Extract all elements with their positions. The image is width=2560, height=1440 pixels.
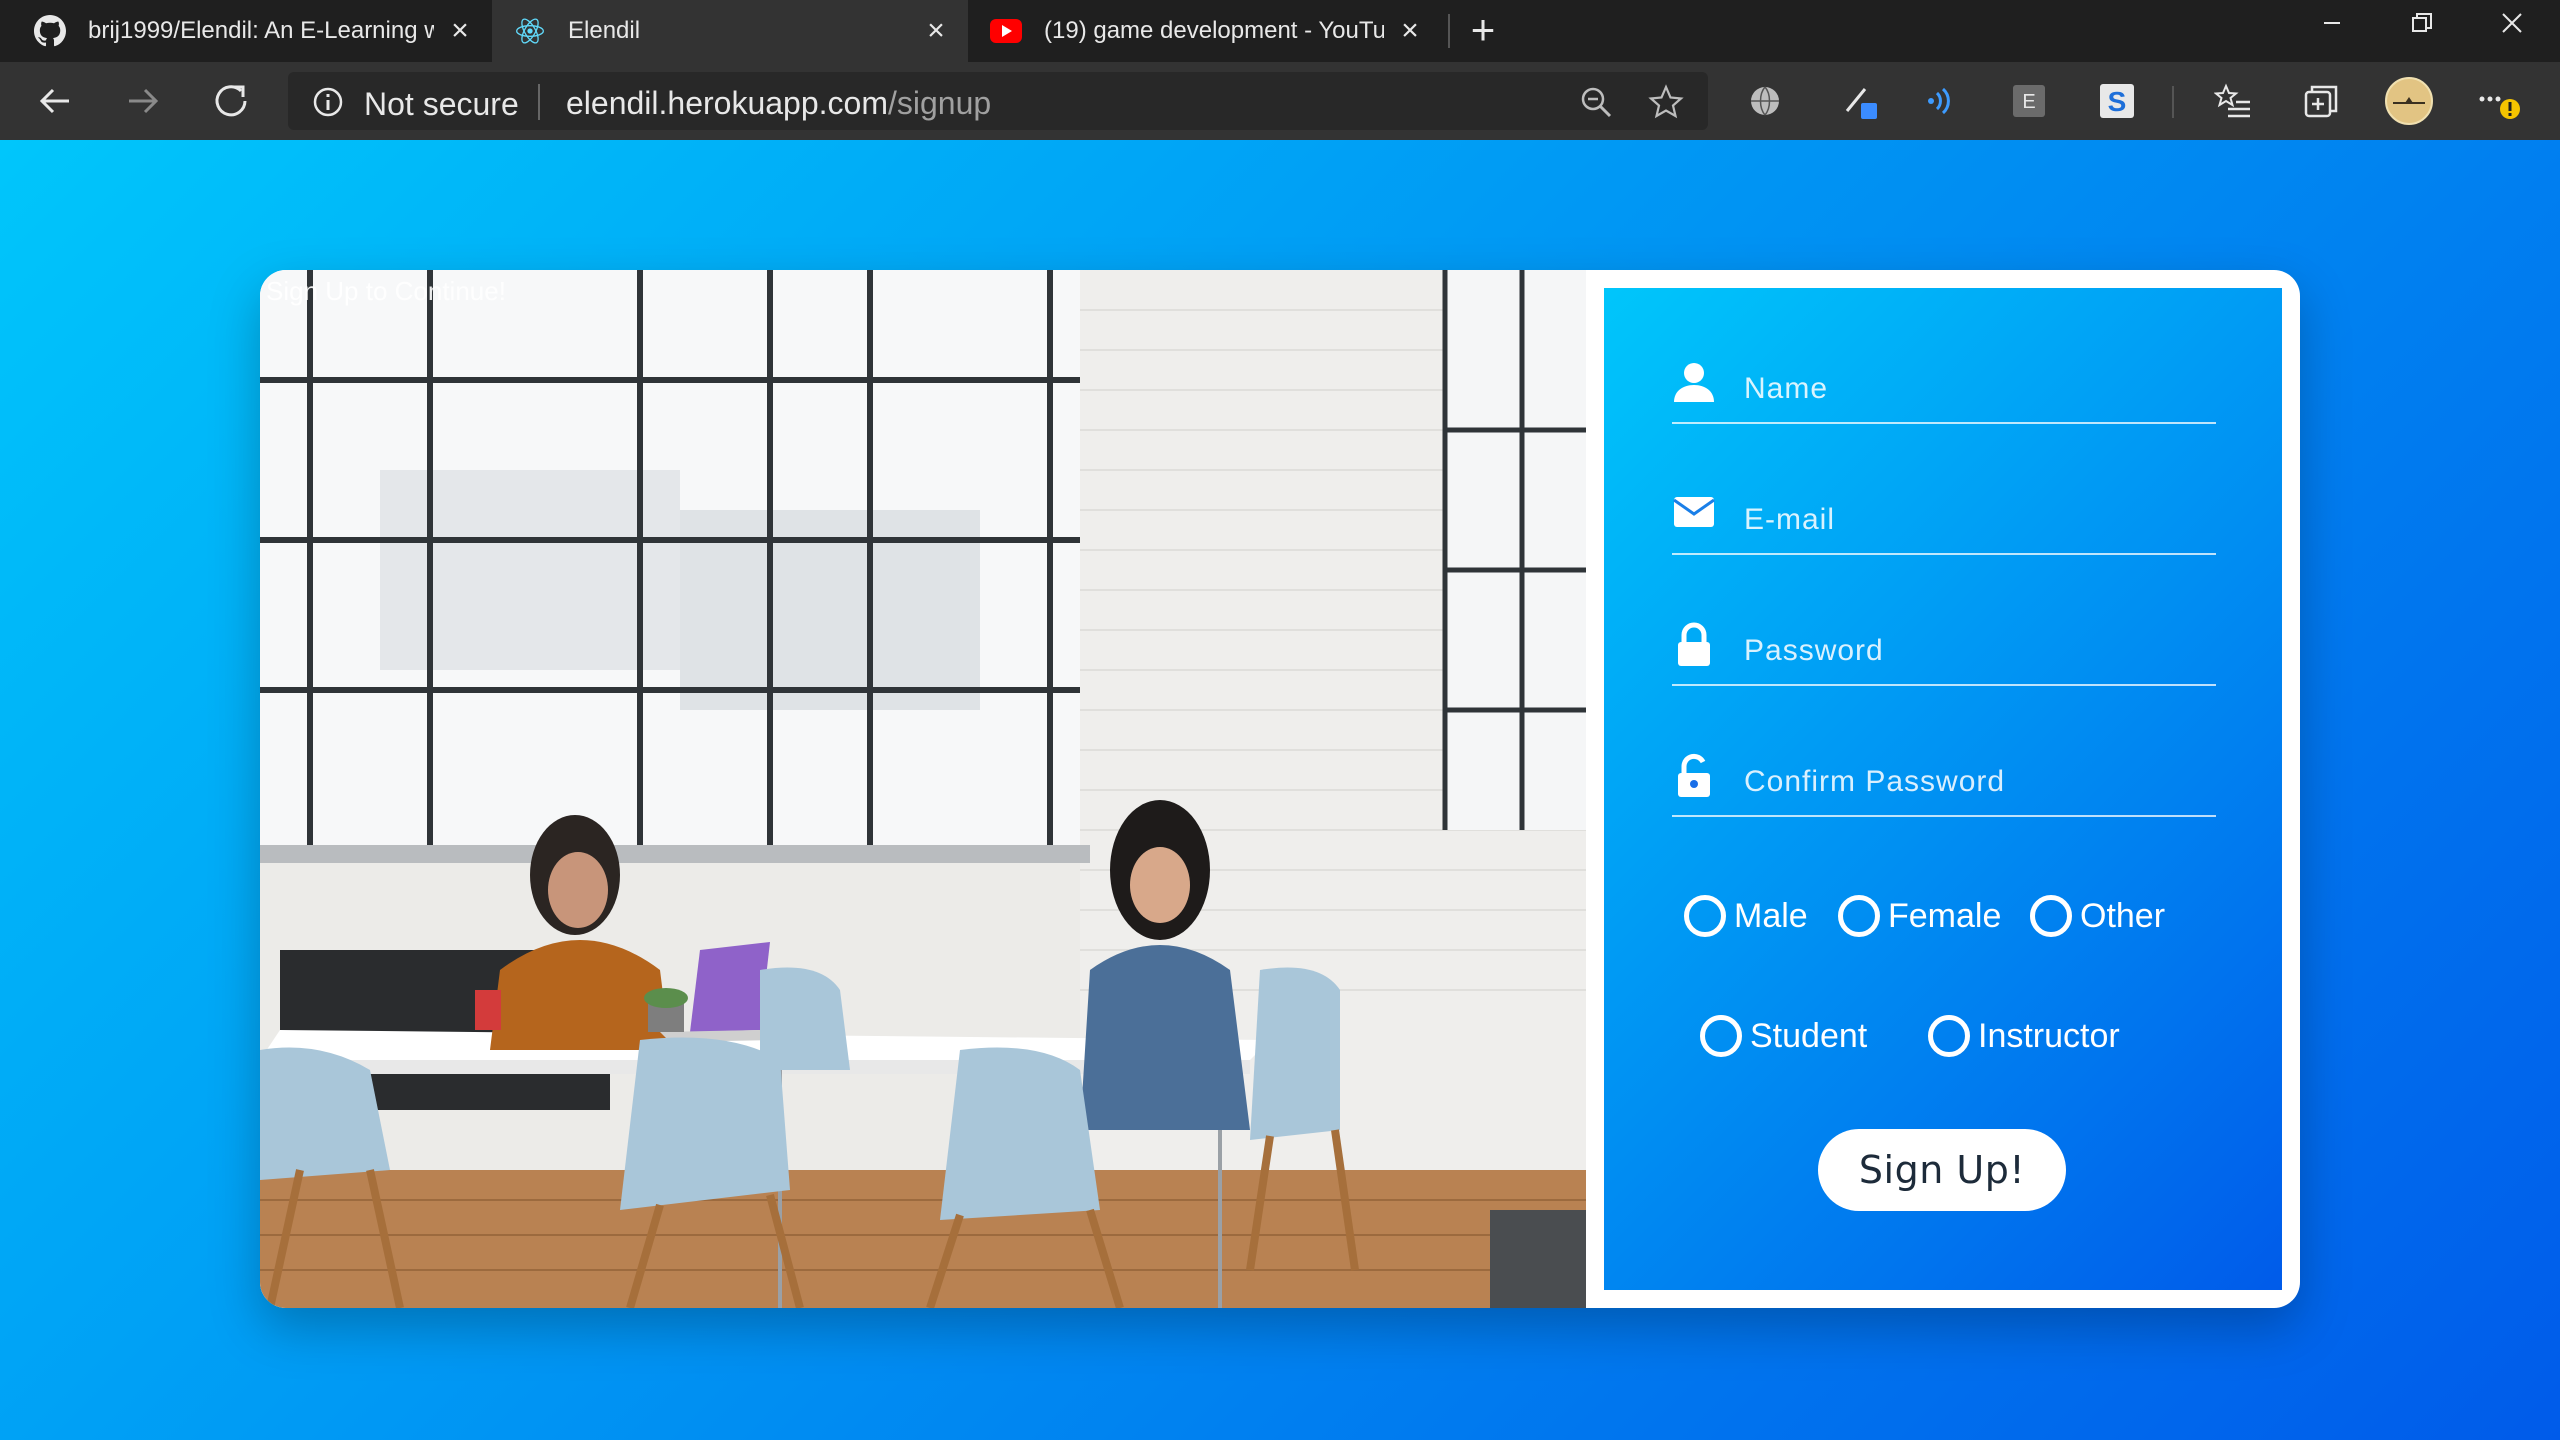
gender-male-radio[interactable]: Male bbox=[1684, 895, 1808, 937]
password-field[interactable]: Password bbox=[1672, 622, 2216, 686]
lock-icon bbox=[1672, 622, 1716, 666]
url-text[interactable]: elendil.herokuapp.com/signup bbox=[566, 85, 991, 122]
radio-circle[interactable] bbox=[1928, 1015, 1970, 1057]
user-icon bbox=[1672, 360, 1716, 404]
gender-other-radio[interactable]: Other bbox=[2030, 895, 2165, 937]
email-placeholder: E-mail bbox=[1744, 503, 1836, 536]
url-path: /signup bbox=[887, 85, 992, 121]
confirm-password-field[interactable]: Confirm Password bbox=[1672, 753, 2216, 817]
office-photo: Sign Up to Continue! bbox=[260, 270, 1586, 1308]
collections-icon[interactable] bbox=[2296, 76, 2346, 126]
profile-avatar[interactable] bbox=[2384, 76, 2434, 126]
globe-icon[interactable] bbox=[1740, 76, 1790, 126]
radio-circle[interactable] bbox=[1684, 895, 1726, 937]
gender-female-radio[interactable]: Female bbox=[1838, 895, 2001, 937]
radio-circle[interactable] bbox=[2030, 895, 2072, 937]
forward-button[interactable] bbox=[116, 74, 170, 128]
envelope-icon bbox=[1672, 491, 1716, 535]
role-student-radio[interactable]: Student bbox=[1700, 1015, 1867, 1057]
password-placeholder: Password bbox=[1744, 634, 1884, 667]
color-picker-icon[interactable] bbox=[1836, 76, 1886, 126]
s-extension-icon[interactable]: S bbox=[2092, 76, 2142, 126]
radio-label: Student bbox=[1750, 1016, 1868, 1055]
info-icon[interactable] bbox=[312, 86, 344, 118]
page-background: Sign Up to Continue! Name E-mail Passwor… bbox=[0, 140, 2560, 1440]
minimize-button[interactable] bbox=[2296, 0, 2368, 46]
close-tab-icon[interactable]: × bbox=[922, 14, 950, 47]
youtube-icon bbox=[990, 15, 1022, 47]
favorites-list-icon[interactable] bbox=[2208, 76, 2258, 126]
address-divider bbox=[538, 84, 540, 120]
svg-text:S: S bbox=[2108, 86, 2127, 117]
signup-form: Name E-mail Password Confirm Password Ma… bbox=[1604, 288, 2282, 1290]
tab-strip: brij1999/Elendil: An E-Learning w × Elen… bbox=[0, 0, 2560, 62]
close-window-button[interactable] bbox=[2476, 0, 2548, 46]
radio-label: Other bbox=[2080, 896, 2166, 935]
refresh-button[interactable] bbox=[204, 74, 258, 128]
radio-circle[interactable] bbox=[1700, 1015, 1742, 1057]
confirm-password-placeholder: Confirm Password bbox=[1744, 765, 2006, 798]
close-tab-icon[interactable]: × bbox=[446, 14, 474, 47]
favorite-star-icon[interactable] bbox=[1648, 84, 1684, 120]
photo-caption: Sign Up to Continue! bbox=[266, 276, 506, 306]
radio-label: Instructor bbox=[1978, 1016, 2120, 1055]
name-field[interactable]: Name bbox=[1672, 360, 2216, 424]
url-host: elendil.herokuapp.com bbox=[566, 85, 888, 121]
radio-label: Female bbox=[1888, 896, 2002, 935]
zoom-icon[interactable] bbox=[1578, 84, 1614, 120]
address-bar[interactable]: Not secure elendil.herokuapp.com/signup bbox=[288, 72, 1708, 130]
email-field[interactable]: E-mail bbox=[1672, 491, 2216, 555]
tab-title: brij1999/Elendil: An E-Learning w bbox=[88, 17, 434, 44]
broadcast-icon[interactable] bbox=[1916, 76, 1966, 126]
browser-toolbar: Not secure elendil.herokuapp.com/signup … bbox=[0, 62, 2560, 140]
unlock-icon bbox=[1672, 753, 1716, 797]
toolbar-divider bbox=[2172, 86, 2174, 118]
tab-youtube[interactable]: (19) game development - YouTube × bbox=[968, 0, 1442, 62]
radio-circle[interactable] bbox=[1838, 895, 1880, 937]
new-tab-button[interactable]: + bbox=[1462, 9, 1504, 52]
svg-text:E: E bbox=[2022, 91, 2035, 113]
tab-github[interactable]: brij1999/Elendil: An E-Learning w × bbox=[0, 0, 492, 62]
role-instructor-radio[interactable]: Instructor bbox=[1928, 1015, 2120, 1057]
tab-divider bbox=[1448, 14, 1450, 48]
security-label[interactable]: Not secure bbox=[364, 86, 519, 123]
e-extension-icon[interactable]: E bbox=[2004, 76, 2054, 126]
name-placeholder: Name bbox=[1744, 372, 1829, 405]
settings-menu-icon[interactable] bbox=[2476, 76, 2526, 126]
tab-title: (19) game development - YouTube bbox=[1044, 17, 1384, 44]
signup-button[interactable]: Sign Up! bbox=[1818, 1129, 2066, 1211]
radio-label: Male bbox=[1734, 896, 1808, 935]
tab-title: Elendil bbox=[568, 17, 641, 44]
restore-button[interactable] bbox=[2386, 0, 2458, 46]
close-tab-icon[interactable]: × bbox=[1396, 14, 1424, 47]
back-button[interactable] bbox=[28, 74, 82, 128]
react-icon bbox=[514, 15, 546, 47]
signup-card: Sign Up to Continue! Name E-mail Passwor… bbox=[260, 270, 2300, 1308]
github-icon bbox=[34, 15, 66, 47]
tab-elendil[interactable]: Elendil × bbox=[492, 0, 968, 62]
